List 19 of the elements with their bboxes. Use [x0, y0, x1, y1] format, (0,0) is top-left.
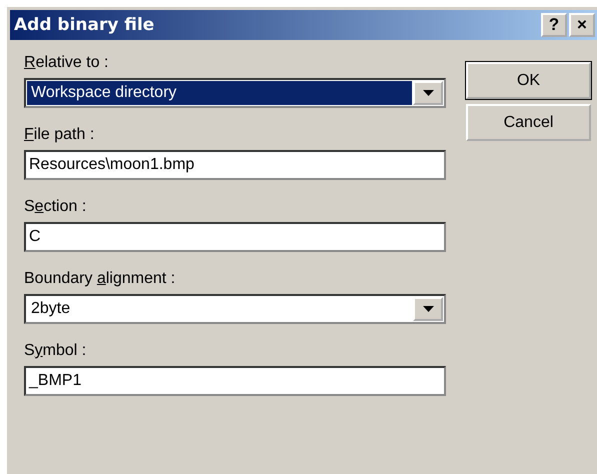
close-button[interactable]: ×: [569, 13, 595, 37]
window-title: Add binary file: [14, 15, 154, 35]
input-field[interactable]: _BMP1: [24, 366, 446, 396]
cancel-button[interactable]: Cancel: [466, 104, 591, 141]
field-label: Boundary alignment :: [24, 270, 176, 288]
dropdown-button[interactable]: [413, 297, 443, 321]
dropdown-button[interactable]: [413, 81, 443, 105]
field-label: File path :: [24, 126, 94, 144]
field-label: Relative to :: [24, 54, 108, 72]
caret-icon: [422, 90, 434, 96]
dropdown[interactable]: Workspace directory: [24, 78, 446, 108]
dropdown[interactable]: 2byte: [24, 294, 446, 324]
input-field[interactable]: Resources\moon1.bmp: [24, 150, 446, 180]
caret-icon: [422, 306, 434, 312]
input-field[interactable]: C: [24, 222, 446, 252]
field-label: Section :: [24, 198, 86, 216]
help-button[interactable]: ?: [541, 13, 567, 37]
ok-button[interactable]: OK: [466, 62, 591, 99]
field-label: Symbol :: [24, 342, 86, 360]
